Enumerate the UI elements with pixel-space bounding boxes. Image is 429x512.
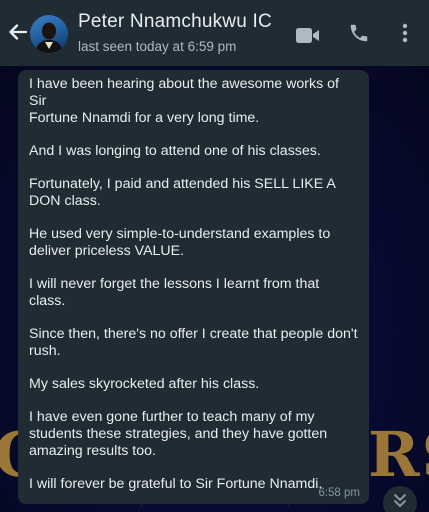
wallpaper-text-right: RS xyxy=(368,418,429,491)
message-paragraph: Fortunately, I paid and attended his SEL… xyxy=(29,176,359,210)
message-line: I will never forget the lessons I learnt… xyxy=(29,276,320,292)
message-line: class. xyxy=(29,293,66,309)
message-bubble[interactable]: I have been hearing about the awesome wo… xyxy=(18,70,369,504)
message-paragraph: I have even gone further to teach many o… xyxy=(29,409,359,460)
message-timestamp: 6:58 pm xyxy=(318,487,360,499)
message-line: I have been hearing about the awesome wo… xyxy=(29,76,339,109)
double-chevron-down-icon xyxy=(394,494,406,507)
message-line: deliver priceless VALUE. xyxy=(29,243,185,259)
message-paragraph: My sales skyrocketed after his class. xyxy=(29,376,359,393)
message-paragraph: I will forever be grateful to Sir Fortun… xyxy=(29,476,359,493)
message-line: I have even gone further to teach many o… xyxy=(29,409,315,425)
message-paragraph: I have been hearing about the awesome wo… xyxy=(29,76,359,127)
message-paragraph: I will never forget the lessons I learnt… xyxy=(29,276,359,310)
message-paragraph: He used very simple-to-understand exampl… xyxy=(29,226,359,260)
message-text: I have been hearing about the awesome wo… xyxy=(29,76,359,493)
contact-info[interactable]: Peter Nnamchukwu IC last seen today at 6… xyxy=(78,11,288,54)
message-line: My sales skyrocketed after his class. xyxy=(29,376,260,392)
message-line: Since then, there's no offer I create th… xyxy=(29,326,358,342)
video-call-icon[interactable] xyxy=(295,26,321,46)
last-seen-status: last seen today at 6:59 pm xyxy=(78,39,237,54)
message-line: students these strategies, and they have… xyxy=(29,426,328,442)
chat-header: Peter Nnamchukwu IC last seen today at 6… xyxy=(0,0,429,66)
message-line: And I was longing to attend one of his c… xyxy=(29,143,321,159)
message-paragraph: And I was longing to attend one of his c… xyxy=(29,143,359,160)
message-line: He used very simple-to-understand exampl… xyxy=(29,226,331,242)
contact-name: Peter Nnamchukwu IC xyxy=(78,11,272,32)
message-line: amazing results too. xyxy=(29,443,156,459)
scroll-to-bottom-button[interactable] xyxy=(383,486,417,512)
message-line: I will forever be grateful to Sir Fortun… xyxy=(29,476,323,492)
message-line: DON class. xyxy=(29,193,101,209)
phone-icon[interactable] xyxy=(348,22,370,44)
back-arrow-icon[interactable] xyxy=(7,21,29,43)
message-line: rush. xyxy=(29,343,61,359)
avatar[interactable] xyxy=(30,15,68,53)
message-line: Fortunately, I paid and attended his SEL… xyxy=(29,176,336,192)
message-line: Fortune Nnamdi for a very long time. xyxy=(29,110,260,126)
message-paragraph: Since then, there's no offer I create th… xyxy=(29,326,359,360)
more-vertical-icon[interactable] xyxy=(398,22,412,44)
